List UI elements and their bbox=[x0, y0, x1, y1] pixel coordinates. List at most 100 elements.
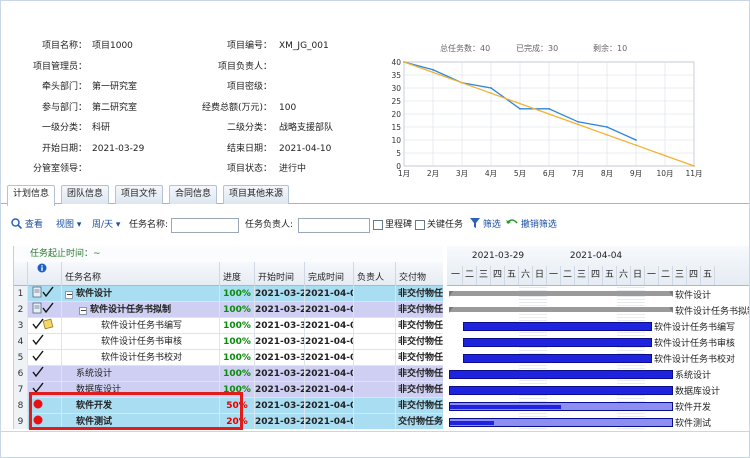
owner-input[interactable] bbox=[298, 218, 370, 233]
doc-check-icon bbox=[28, 286, 62, 302]
chevron-down-icon: ▾ bbox=[76, 220, 82, 230]
table-row[interactable]: 6 系统设计 100%2021-03-292021-04-09 非交付物任务 bbox=[14, 366, 443, 382]
task-name-cell[interactable]: 软件设计任务书编写 bbox=[62, 318, 220, 334]
task-bar[interactable] bbox=[463, 322, 652, 331]
summary-bar[interactable] bbox=[449, 307, 673, 313]
task-name-cell[interactable]: 软件设计任务书审核 bbox=[62, 334, 220, 350]
gantt-row: 软件设计任务书校对 bbox=[447, 350, 749, 366]
day-label: 日 bbox=[631, 266, 645, 285]
day-label: 二 bbox=[561, 266, 575, 285]
info-row: 分管室领导： 项目状态： 进行中 bbox=[1, 160, 386, 178]
owner-header[interactable]: 负责人 bbox=[354, 262, 396, 286]
day-label: 三 bbox=[575, 266, 589, 285]
y-tick-label: 5 bbox=[396, 149, 401, 158]
x-tick-label: 7月 bbox=[572, 169, 584, 178]
tab-3[interactable]: 项目文件 bbox=[115, 185, 164, 204]
start-date-cell: 2021-03-29 bbox=[255, 302, 305, 318]
tab-2[interactable]: 团队信息 bbox=[61, 185, 110, 204]
task-name: 软件设计任务书校对 bbox=[101, 353, 183, 363]
x-tick-label: 4月 bbox=[485, 169, 497, 178]
table-row[interactable]: 4 软件设计任务书审核 100%2021-03-302021-04-08 非交付物任务 bbox=[14, 334, 443, 350]
owner-cell bbox=[354, 318, 396, 334]
tab-1[interactable]: 计划信息 bbox=[7, 185, 56, 206]
series-point-1 bbox=[490, 87, 492, 89]
key-task-checkbox[interactable] bbox=[415, 220, 425, 230]
filter-button[interactable]: 筛选 bbox=[470, 215, 501, 235]
finish-header[interactable]: 完成时间 bbox=[305, 262, 354, 286]
date-filter-row[interactable]: 任务起止时间：~ bbox=[14, 246, 443, 262]
task-name-cell[interactable]: − 软件设计任务书拟制 bbox=[62, 302, 220, 318]
series-point-2 bbox=[432, 71, 434, 74]
finish-date-cell: 2021-04-09 bbox=[305, 302, 354, 318]
view-label: 查看 bbox=[24, 220, 43, 230]
task-bar[interactable] bbox=[449, 402, 673, 411]
task-bar[interactable] bbox=[449, 386, 673, 395]
task-name-cell[interactable]: − 软件设计 bbox=[62, 286, 220, 302]
progress-header[interactable]: 进度 bbox=[220, 262, 255, 286]
info-value: 战略支援部队 bbox=[279, 123, 334, 133]
y-tick-label: 40 bbox=[391, 58, 401, 67]
milestone-checkbox[interactable] bbox=[373, 220, 383, 230]
deliverable-cell: 非交付物任务 bbox=[396, 366, 443, 382]
check-icon bbox=[28, 350, 62, 366]
series-point-2 bbox=[490, 92, 492, 95]
row-number: 1 bbox=[14, 286, 28, 302]
table-row[interactable]: 3 软件设计任务书编写 100%2021-03-302021-04-08 非交付物任务 bbox=[14, 318, 443, 334]
series-point-2 bbox=[403, 61, 405, 63]
task-bar[interactable] bbox=[463, 338, 652, 347]
table-row[interactable]: 5 软件设计任务书校对 100%2021-03-302021-04-08 非交付物任务 bbox=[14, 350, 443, 366]
view-button[interactable]: 查看 bbox=[11, 215, 43, 235]
view-mode-dropdown[interactable]: 视图 ▾ bbox=[56, 215, 81, 235]
owner-cell bbox=[354, 382, 396, 398]
project-window: 项目名称： 项目1000 项目编号： XM_JG_001 项目管理员： 项目负责人： 牵头部… bbox=[0, 0, 750, 458]
x-tick-label: 1月 bbox=[398, 169, 410, 178]
owner-label: 任务负责人: bbox=[245, 220, 294, 230]
info-value: 第一研究室 bbox=[92, 82, 138, 92]
scale-dropdown[interactable]: 周/天 ▾ bbox=[92, 215, 120, 235]
y-tick-label: 10 bbox=[391, 136, 401, 145]
row-number: 2 bbox=[14, 302, 28, 318]
collapse-toggle[interactable]: − bbox=[79, 307, 87, 315]
day-label: 三 bbox=[477, 266, 491, 285]
progress-header-label: 进度 bbox=[223, 273, 242, 283]
tab-5[interactable]: 项目其他来源 bbox=[223, 185, 290, 204]
start-header[interactable]: 开始时间 bbox=[255, 262, 305, 286]
table-row[interactable]: 1−软件设计100%2021-03-292021-04-09非交付物任务 bbox=[14, 286, 443, 302]
collapse-toggle[interactable]: − bbox=[65, 291, 73, 299]
table-row[interactable]: 2−软件设计任务书拟制100%2021-03-292021-04-09非交付物任… bbox=[14, 302, 443, 318]
start-date-cell: 2021-03-30 bbox=[255, 318, 305, 334]
task-bar[interactable] bbox=[449, 370, 673, 379]
task-name-cell[interactable]: 系统设计 bbox=[62, 366, 220, 382]
day-label: 六 bbox=[519, 266, 533, 285]
progress-cell: 100% bbox=[220, 286, 255, 302]
task-name-input[interactable] bbox=[171, 218, 239, 233]
task-bar[interactable] bbox=[449, 418, 673, 427]
key-task-label: 关键任务 bbox=[427, 220, 464, 230]
tab-4[interactable]: 合同信息 bbox=[169, 185, 218, 204]
finish-date-cell: 2021-04-08 bbox=[305, 350, 354, 366]
cancel-filter-label: 撤销筛选 bbox=[520, 220, 557, 230]
info-value: 100 bbox=[279, 102, 297, 113]
summary-bar[interactable] bbox=[449, 291, 673, 297]
info-label: 牵头部门： bbox=[41, 82, 87, 92]
gantt-header: 2021-03-29 2021-04-04 一二三四五六日一二三四五六日一二三四五 bbox=[447, 246, 749, 286]
progress-cell: 100% bbox=[220, 366, 255, 382]
summary-cap-right bbox=[669, 291, 673, 297]
task-name: 软件设计任务书编写 bbox=[101, 321, 183, 331]
deliverable-header[interactable]: 交付物 bbox=[396, 262, 443, 286]
task-name-cell[interactable]: 软件设计任务书校对 bbox=[62, 350, 220, 366]
gantt-row: 软件设计 bbox=[447, 286, 749, 302]
info-icon bbox=[37, 263, 47, 276]
day-label: 四 bbox=[491, 266, 505, 285]
cancel-filter-button[interactable]: 撤销筛选 bbox=[506, 215, 557, 235]
progress-cell: 100% bbox=[220, 302, 255, 318]
finish-date-cell: 2021-04-09 bbox=[305, 398, 354, 414]
info-label: 经费总额(万元)： bbox=[201, 102, 272, 113]
gantt-row: 系统设计 bbox=[447, 366, 749, 382]
owner-cell bbox=[354, 334, 396, 350]
name-header[interactable]: 任务名称 bbox=[62, 262, 220, 286]
day-label: 四 bbox=[687, 266, 701, 285]
info-label: 项目状态： bbox=[226, 164, 272, 174]
deliverable-cell: 非交付物任务 bbox=[396, 382, 443, 398]
task-bar[interactable] bbox=[463, 354, 652, 363]
